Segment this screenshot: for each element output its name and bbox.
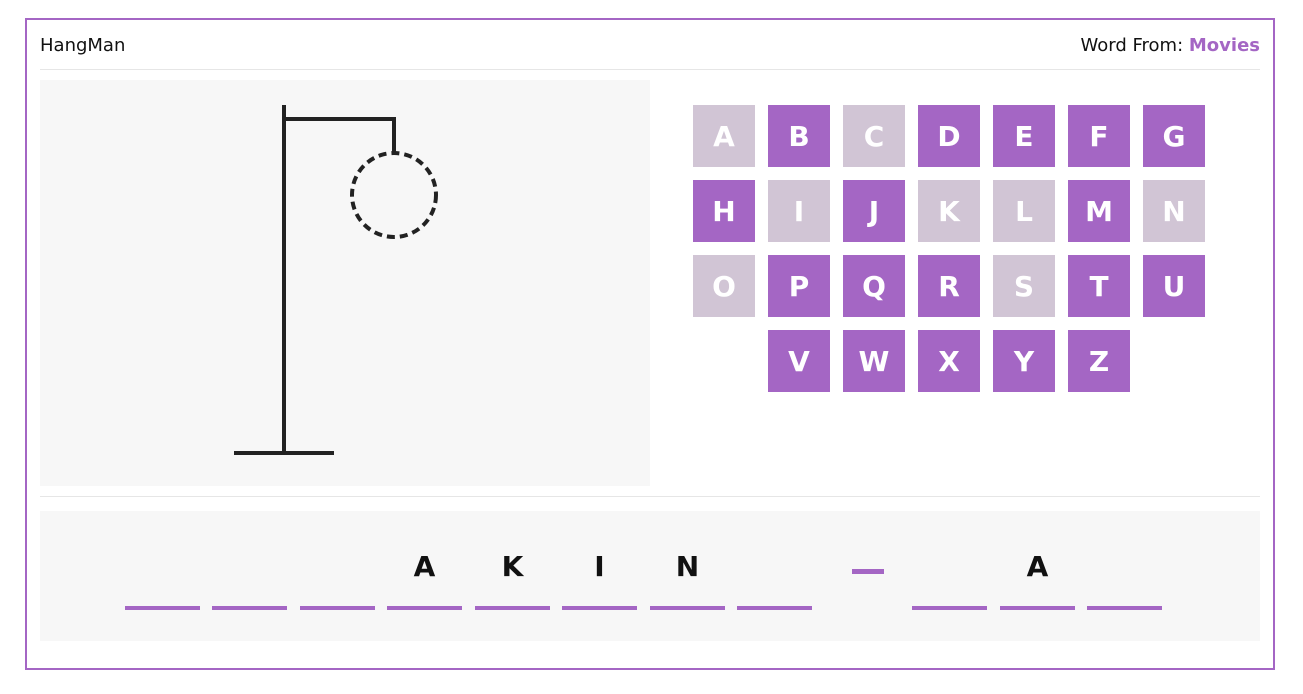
letter-key-x[interactable]: X: [918, 330, 980, 392]
letter-key-i[interactable]: I: [768, 180, 830, 242]
letter-slot: I: [562, 547, 637, 613]
slot-letter: [212, 547, 287, 587]
letter-slot: [125, 547, 200, 613]
slot-letter: A: [1026, 550, 1049, 583]
letter-key-w[interactable]: W: [843, 330, 905, 392]
letter-key-v[interactable]: V: [768, 330, 830, 392]
slot-underline: [912, 606, 987, 610]
slot-underline: [650, 606, 725, 610]
header-bar: HangMan Word From: Movies: [40, 33, 1260, 70]
letter-key-o[interactable]: O: [693, 255, 755, 317]
letter-slot: A: [1000, 547, 1075, 613]
slot-underline: [475, 606, 550, 610]
slot-letter: [1087, 547, 1162, 587]
slot-underline: [212, 606, 287, 610]
category-name: Movies: [1188, 35, 1260, 56]
letter-key-m[interactable]: M: [1068, 180, 1130, 242]
section-divider: [40, 496, 1260, 497]
letter-keyboard: ABCDEFG HIJKLMN OPQRSTU VWXYZ: [693, 105, 1213, 405]
slot-letter: A: [413, 550, 436, 583]
word-category: Word From: Movies: [1081, 35, 1261, 56]
slot-letter: N: [675, 550, 700, 583]
letter-key-y[interactable]: Y: [993, 330, 1055, 392]
letter-slot: [737, 547, 812, 613]
slot-letter: I: [594, 550, 605, 583]
letter-key-b[interactable]: B: [768, 105, 830, 167]
letter-slot: [1087, 547, 1162, 613]
gallows-svg: [234, 105, 438, 455]
letter-slot: A: [387, 547, 462, 613]
app-title: HangMan: [40, 35, 126, 56]
letter-slot: [212, 547, 287, 613]
slot-underline: [737, 606, 812, 610]
letter-key-a[interactable]: A: [693, 105, 755, 167]
letter-key-c[interactable]: C: [843, 105, 905, 167]
slot-letter: [300, 547, 375, 587]
letter-key-t[interactable]: T: [1068, 255, 1130, 317]
slot-letter: [912, 547, 987, 587]
letter-slot: [912, 547, 987, 613]
word-dash: [852, 569, 884, 574]
letter-key-z[interactable]: Z: [1068, 330, 1130, 392]
word-from-label: Word From:: [1080, 35, 1184, 56]
letter-key-h[interactable]: H: [693, 180, 755, 242]
letter-key-j[interactable]: J: [843, 180, 905, 242]
slot-underline: [1000, 606, 1075, 610]
letter-key-e[interactable]: E: [993, 105, 1055, 167]
game-container: HangMan Word From: Movies ABCDEFGHIJKLMN…: [25, 18, 1275, 670]
letter-key-n[interactable]: N: [1143, 180, 1205, 242]
letter-slot: K: [475, 547, 550, 613]
word-display: AKINA: [40, 511, 1260, 641]
slot-underline: [387, 606, 462, 610]
slot-underline: [562, 606, 637, 610]
letter-key-d[interactable]: D: [918, 105, 980, 167]
letter-key-p[interactable]: P: [768, 255, 830, 317]
letter-key-s[interactable]: S: [993, 255, 1055, 317]
slot-letter: [737, 547, 812, 587]
slot-underline: [1087, 606, 1162, 610]
letter-key-f[interactable]: F: [1068, 105, 1130, 167]
letter-key-r[interactable]: R: [918, 255, 980, 317]
letter-key-u[interactable]: U: [1143, 255, 1205, 317]
letter-key-l[interactable]: L: [993, 180, 1055, 242]
hangman-drawing: [40, 80, 650, 486]
slot-underline: [125, 606, 200, 610]
letter-key-k[interactable]: K: [918, 180, 980, 242]
slot-letter: [125, 547, 200, 587]
letter-slot: [300, 547, 375, 613]
letter-key-q[interactable]: Q: [843, 255, 905, 317]
letter-key-g[interactable]: G: [1143, 105, 1205, 167]
letter-slot: N: [650, 547, 725, 613]
slot-letter: K: [501, 550, 524, 583]
slot-underline: [300, 606, 375, 610]
head-outline: [350, 151, 438, 239]
